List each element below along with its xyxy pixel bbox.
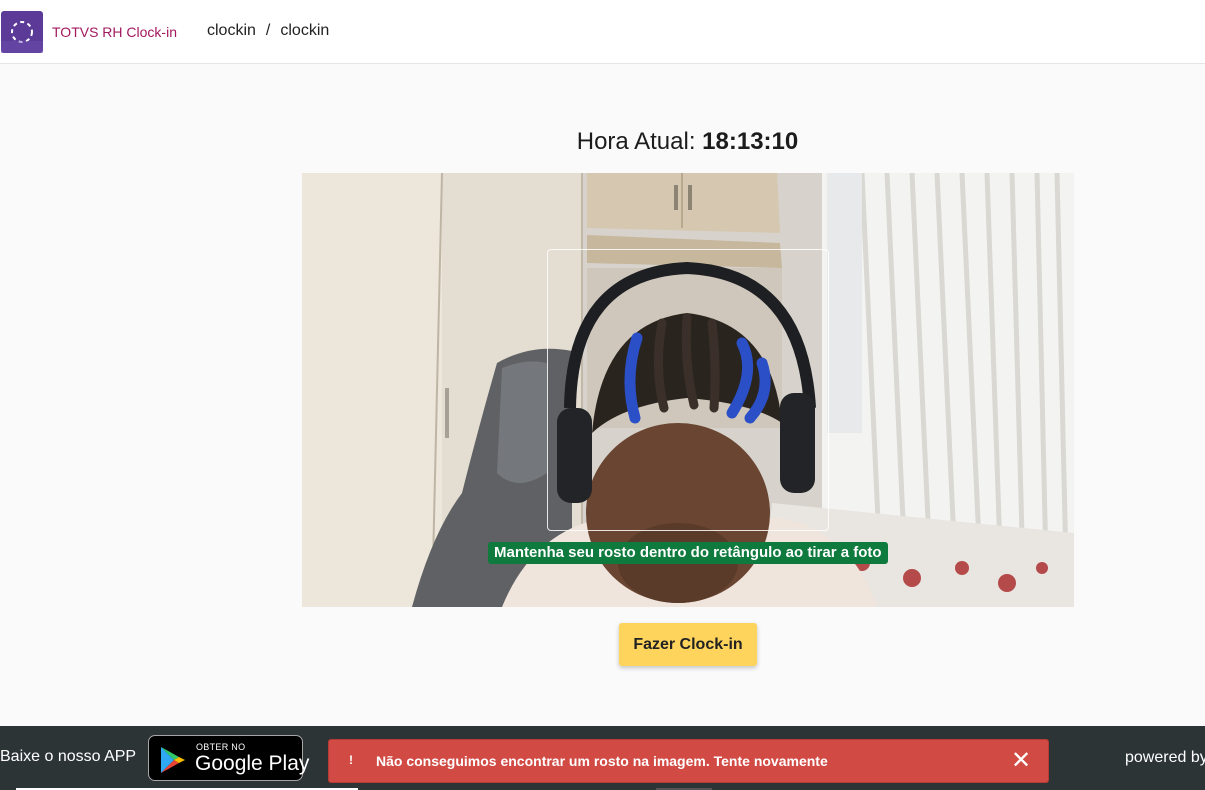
close-icon[interactable]: ✕: [1009, 748, 1033, 774]
breadcrumb: clockin / clockin: [207, 22, 329, 40]
powered-by-text: powered by: [1125, 749, 1205, 766]
toast-message: Não conseguimos encontrar um rosto na im…: [376, 753, 828, 769]
google-play-icon: [161, 747, 185, 773]
error-toast: ! Não conseguimos encontrar um rosto na …: [328, 739, 1049, 783]
footer: Baixe o nosso APP OBTER NO Google Play !…: [0, 726, 1205, 790]
dashed-circle-icon: [1, 21, 43, 53]
store-badge-name: Google Play: [195, 752, 310, 775]
camera-hint-label: Mantenha seu rosto dentro do retângulo a…: [488, 542, 888, 564]
clockin-button[interactable]: Fazer Clock-in: [619, 623, 757, 666]
alert-icon: !: [349, 753, 353, 767]
current-time: Hora Atual: 18:13:10: [480, 128, 895, 156]
app-title[interactable]: TOTVS RH Clock-in: [52, 24, 177, 40]
clock-label: Hora Atual:: [576, 128, 696, 155]
face-guide-rectangle: [547, 249, 829, 531]
breadcrumb-separator: /: [265, 22, 271, 39]
app-logo[interactable]: [1, 11, 43, 53]
breadcrumb-item-clockin[interactable]: clockin: [207, 22, 256, 40]
top-bar: TOTVS RH Clock-in clockin / clockin: [0, 0, 1205, 64]
camera-preview: Mantenha seu rosto dentro do retângulo a…: [302, 173, 1074, 607]
store-badge-caption: OBTER NO: [196, 742, 246, 752]
google-play-badge[interactable]: OBTER NO Google Play: [148, 735, 309, 781]
download-app-text: Baixe o nosso APP: [0, 748, 137, 765]
clock-time: 18:13:10: [702, 128, 799, 155]
breadcrumb-item-current: clockin: [280, 22, 330, 39]
